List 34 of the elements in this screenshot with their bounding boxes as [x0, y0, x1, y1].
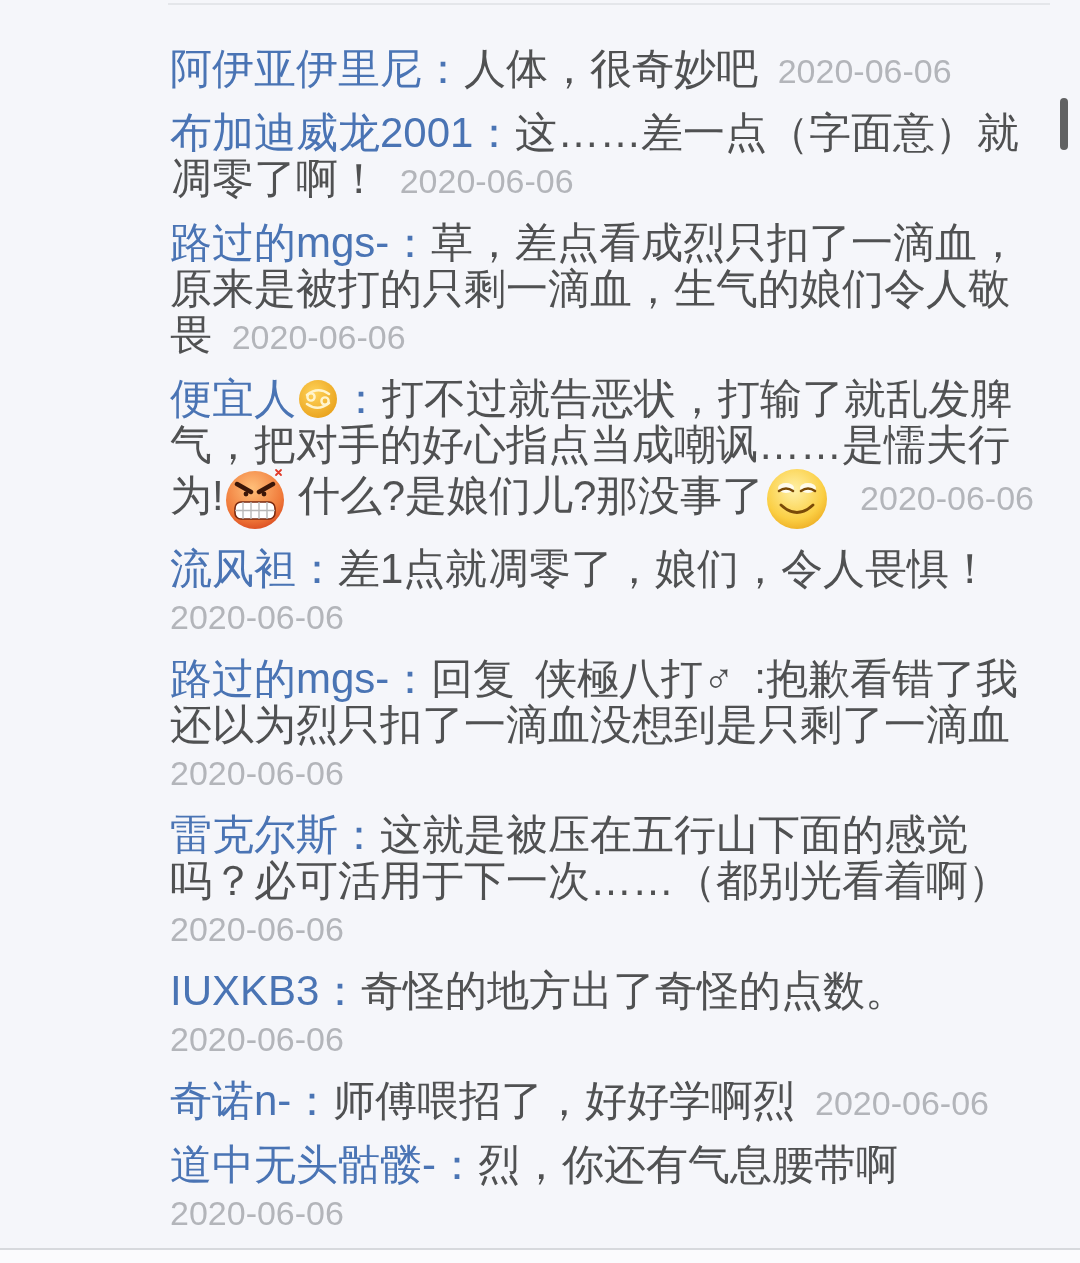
username-link[interactable]: 流风袒：: [170, 545, 338, 592]
comment-text: 流风袒：差1点就凋零了，娘们，令人畏惧！ 2020-06-06: [170, 546, 993, 638]
comment-date: 2020-06-06: [777, 52, 952, 90]
comment-text: 路过的mgs-：草，差点看成烈只扣了一滴血，原来是被打的只剩一滴血，生气的娘们令人敬畏 2020-06-06: [170, 220, 1021, 360]
comment-text: 阿伊亚伊里尼：人体，很奇妙吧 2020-06-06: [170, 46, 953, 94]
angry-face-icon: [223, 468, 286, 530]
username-link[interactable]: 道中无头骷髅-：: [170, 1141, 478, 1188]
comment-text: IUXKB3：奇怪的地方出了奇怪的点数。 2020-06-06: [170, 968, 909, 1060]
comment-date: 2020-06-06: [815, 1084, 989, 1122]
comment-text: 道中无头骷髅-：烈，你还有气息腰带啊 2020-06-06: [170, 1142, 899, 1234]
comment-date: 2020-06-06: [399, 162, 574, 200]
comment-date: 2020-06-06: [170, 598, 344, 636]
comment-date: 2020-06-06: [170, 910, 344, 948]
username-link[interactable]: IUXKB3：: [170, 967, 362, 1014]
username-link[interactable]: 阿伊亚伊里尼：: [170, 45, 464, 92]
username-link[interactable]: 奇诺n-：: [170, 1077, 334, 1124]
comment-date: 2020-06-06: [860, 479, 1034, 518]
comment-date: 2020-06-06: [231, 318, 406, 356]
username-link[interactable]: 路过的mgs-：: [170, 655, 432, 702]
username-link[interactable]: 便宜人 ：: [170, 375, 382, 422]
comment-date: 2020-06-06: [170, 1194, 344, 1232]
username-link[interactable]: 布加迪威龙2001：: [170, 109, 516, 156]
zodiac-icon: [298, 379, 338, 419]
comment-text: 奇诺n-：师傅喂招了，好好学啊烈 2020-06-06: [170, 1078, 990, 1126]
username-link[interactable]: 路过的mgs-：: [170, 219, 432, 266]
comment-text: 布加迪威龙2001：这……差一点（字面意）就凋零了啊！ 2020-06-06: [170, 110, 1021, 204]
comment-date: 2020-06-06: [170, 754, 344, 792]
scrollbar-thumb[interactable]: [1060, 98, 1068, 150]
smiling-face-icon: [766, 468, 829, 530]
username-link[interactable]: 雷克尔斯：: [170, 811, 380, 858]
comment-text: 路过的mgs-：回复 侠極八打♂ :抱歉看错了我还以为烈只扣了一滴血没想到是只剩了一滴血 2020-06-06: [170, 656, 1019, 794]
comment-text: 便宜人 ：打不过就告恶状，打输了就乱发脾气，把对手的好心指点当成嘲讽……是懦夫行为! 什么?是娘们儿?那没事了 2020-06-06: [170, 376, 1046, 530]
comment-date: 2020-06-06: [170, 1020, 344, 1058]
comment-text: 雷克尔斯：这就是被压在五行山下面的感觉吗？必可活用于下一次……（都别光看着啊） 2020-06-06: [170, 812, 1011, 950]
